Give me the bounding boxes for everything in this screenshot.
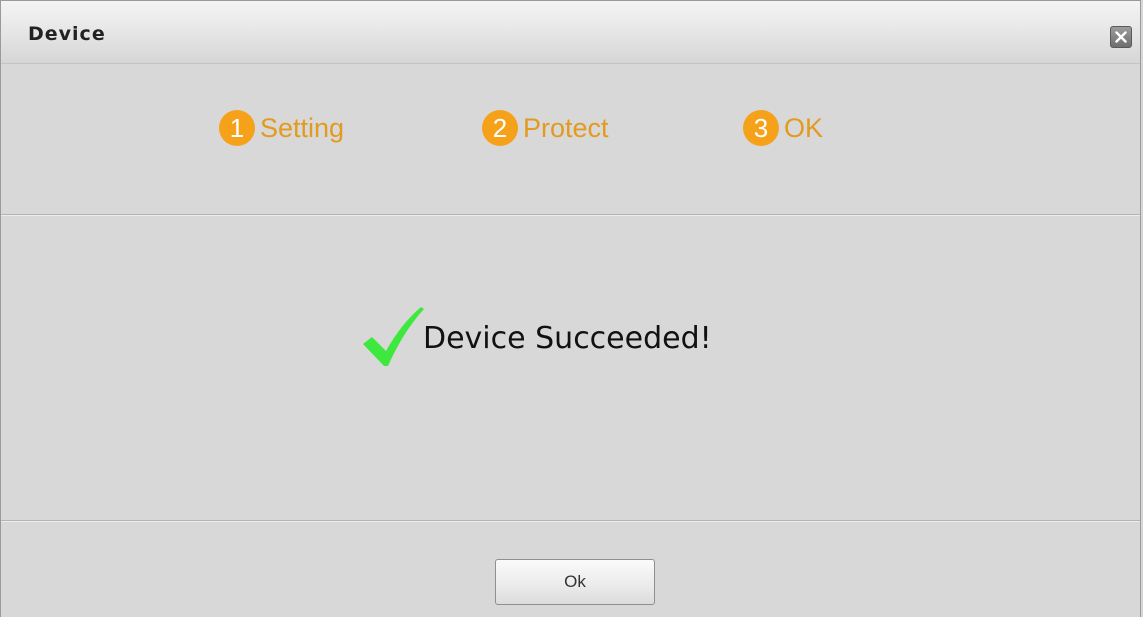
step-label: OK	[784, 112, 824, 143]
close-icon	[1115, 31, 1127, 43]
result-text: Device Succeeded!	[423, 320, 712, 356]
divider-top	[1, 214, 1140, 216]
step-number-badge: 2	[482, 110, 518, 146]
step-number-badge: 3	[743, 110, 779, 146]
step-ok: 3 OK	[743, 108, 823, 148]
step-number-badge: 1	[219, 110, 255, 146]
device-dialog: Device 1 Setting 2 Protect 3 OK Device S…	[0, 0, 1141, 617]
step-protect: 2 Protect	[482, 108, 609, 148]
wizard-steps: 1 Setting 2 Protect 3 OK	[1, 108, 1140, 148]
step-setting: 1 Setting	[219, 108, 344, 148]
dialog-title: Device	[28, 23, 106, 45]
step-label: Setting	[260, 112, 345, 143]
checkmark-icon	[363, 307, 424, 366]
close-button[interactable]	[1110, 26, 1132, 48]
result-message: Device Succeeded!	[361, 301, 712, 371]
ok-button[interactable]: Ok	[495, 559, 655, 605]
divider-bottom	[1, 520, 1140, 522]
step-label: Protect	[523, 112, 609, 143]
title-bar: Device	[1, 1, 1140, 64]
